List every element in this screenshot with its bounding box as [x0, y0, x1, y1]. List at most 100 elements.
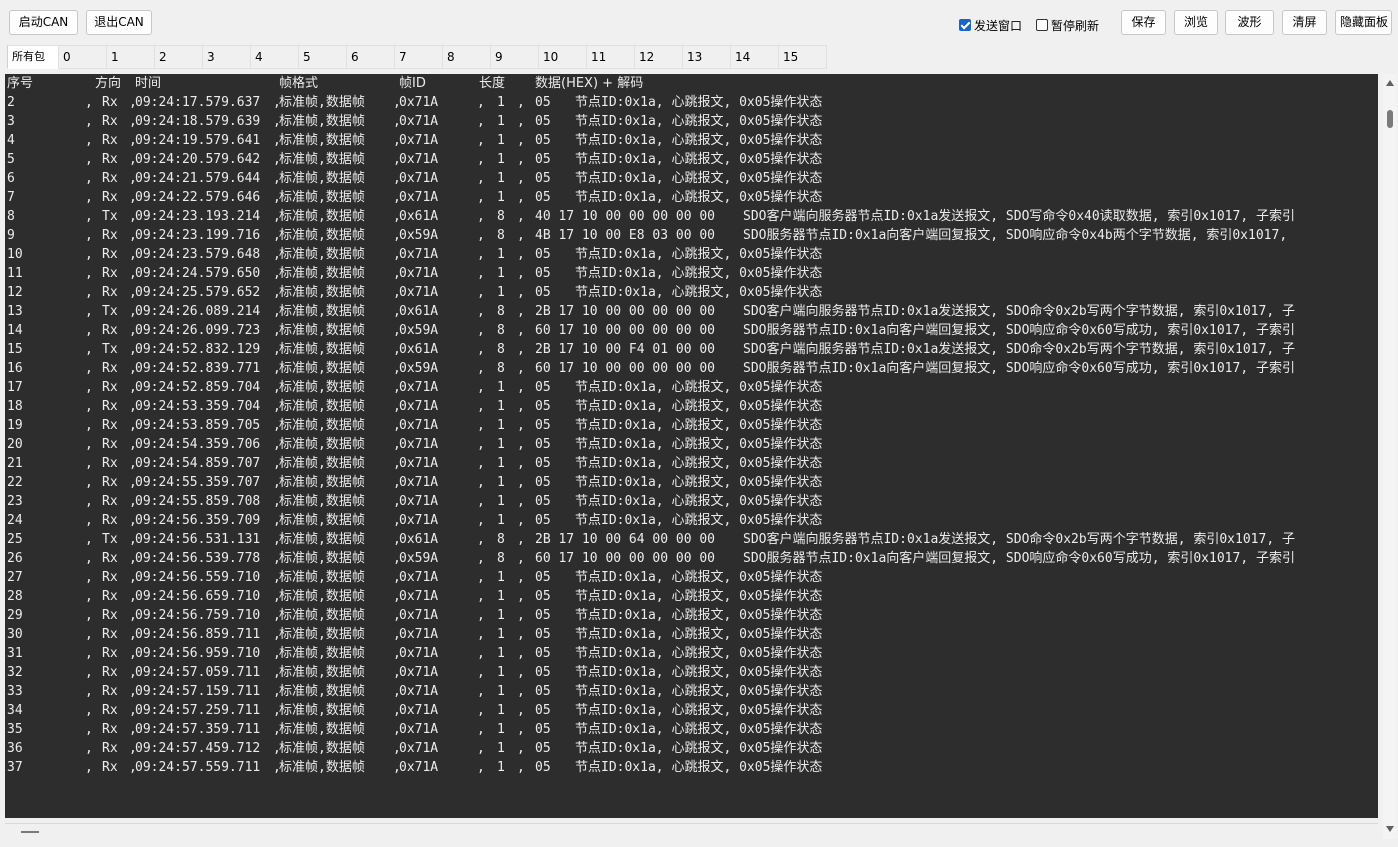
message-row: ,,,,,, 28 Rx 09:24:56.659.710 标准帧,数据帧 0x71A 1 0… [5, 587, 1378, 606]
field-separator: , [517, 608, 525, 623]
waveform-button[interactable]: 波形 [1225, 10, 1274, 35]
cell-length: 8 [497, 342, 505, 357]
message-row: ,,,,,, 4 Rx 09:24:19.579.641 标准帧,数据帧 0x71A 1 05… [5, 131, 1378, 150]
horizontal-scroll-thumb[interactable] [21, 831, 39, 833]
field-separator: , [85, 171, 93, 186]
tab-channel-5[interactable]: 5 [299, 45, 347, 69]
cell-frame-format: 标准帧,数据帧 [279, 494, 365, 509]
scroll-up-arrow-icon[interactable] [1386, 80, 1394, 86]
tab-channel-2[interactable]: 2 [155, 45, 203, 69]
field-separator: , [517, 703, 525, 718]
field-separator: , [85, 760, 93, 775]
browse-button[interactable]: 浏览 [1174, 10, 1218, 35]
tab-channel-0[interactable]: 0 [59, 45, 107, 69]
horizontal-scrollbar[interactable] [5, 823, 1378, 839]
cell-data-hex: 2B 17 10 00 F4 01 00 00 [535, 342, 716, 357]
vertical-scrollbar[interactable] [1383, 74, 1397, 839]
cell-decode: SDO客户端向服务器节点ID:0x1a发送报文, SDO写命令0x40读取数据,… [743, 209, 1295, 224]
cell-direction: Rx [102, 741, 118, 756]
message-row: ,,,,,, 8 Tx 09:24:23.193.214 标准帧,数据帧 0x61A 8 40… [5, 207, 1378, 226]
cell-length: 8 [497, 323, 505, 338]
field-separator: , [517, 456, 525, 471]
cell-decode: 节点ID:0x1a, 心跳报文, 0x05操作状态 [575, 437, 823, 452]
cell-frame-id: 0x71A [399, 437, 439, 452]
field-separator: , [477, 456, 485, 471]
tab-channel-12[interactable]: 12 [635, 45, 683, 69]
vertical-scroll-thumb[interactable] [1387, 110, 1393, 128]
cell-length: 1 [497, 475, 505, 490]
cell-frame-id: 0x71A [399, 570, 439, 585]
cell-direction: Rx [102, 665, 118, 680]
send-window-checkbox[interactable]: 发送窗口 [959, 17, 1022, 33]
cell-seq: 33 [7, 684, 23, 699]
hide-panel-button[interactable]: 隐藏面板 [1335, 10, 1392, 35]
cell-time: 09:24:17.579.637 [135, 95, 261, 110]
field-separator: , [85, 608, 93, 623]
cell-time: 09:24:23.199.716 [135, 228, 261, 243]
cell-length: 8 [497, 304, 505, 319]
scroll-down-arrow-icon[interactable] [1386, 826, 1394, 832]
tab-channel-11[interactable]: 11 [587, 45, 635, 69]
tab-channel-13[interactable]: 13 [683, 45, 731, 69]
tab-channel-9[interactable]: 9 [491, 45, 539, 69]
tab-channel-4[interactable]: 4 [251, 45, 299, 69]
cell-length: 1 [497, 646, 505, 661]
tab-all-packets[interactable]: 所有包 [7, 45, 59, 69]
cell-length: 1 [497, 380, 505, 395]
header-time: 时间 [135, 76, 162, 91]
cell-direction: Rx [102, 475, 118, 490]
tab-channel-1[interactable]: 1 [107, 45, 155, 69]
pause-refresh-checkbox[interactable]: 暂停刷新 [1036, 17, 1099, 33]
cell-frame-id: 0x71A [399, 589, 439, 604]
cell-time: 09:24:23.193.214 [135, 209, 261, 224]
cell-seq: 17 [7, 380, 23, 395]
cell-length: 1 [497, 760, 505, 775]
cell-direction: Rx [102, 760, 118, 775]
tab-channel-6[interactable]: 6 [347, 45, 395, 69]
tab-channel-10[interactable]: 10 [539, 45, 587, 69]
tab-channel-15[interactable]: 15 [779, 45, 827, 69]
field-separator: , [85, 190, 93, 205]
cell-seq: 31 [7, 646, 23, 661]
exit-can-button[interactable]: 退出CAN [86, 10, 152, 35]
cell-time: 09:24:57.459.712 [135, 741, 261, 756]
tab-channel-7[interactable]: 7 [395, 45, 443, 69]
tab-channel-3[interactable]: 3 [203, 45, 251, 69]
can-message-console[interactable]: 序号 方向 时间 帧格式 帧ID 长度 数据(HEX) + 解码 ,,,,,, 2… [5, 74, 1378, 818]
clear-screen-button[interactable]: 清屏 [1282, 10, 1327, 35]
cell-direction: Rx [102, 551, 118, 566]
cell-time: 09:24:57.159.711 [135, 684, 261, 699]
message-row: ,,,,,, 25 Tx 09:24:56.531.131 标准帧,数据帧 0x61A 8 2… [5, 530, 1378, 549]
cell-length: 1 [497, 589, 505, 604]
field-separator: , [477, 703, 485, 718]
cell-seq: 8 [7, 209, 15, 224]
field-separator: , [477, 399, 485, 414]
cell-time: 09:24:24.579.650 [135, 266, 261, 281]
cell-seq: 10 [7, 247, 23, 262]
cell-length: 1 [497, 627, 505, 642]
start-can-button[interactable]: 启动CAN [9, 10, 78, 35]
cell-decode: 节点ID:0x1a, 心跳报文, 0x05操作状态 [575, 646, 823, 661]
tab-channel-14[interactable]: 14 [731, 45, 779, 69]
field-separator: , [477, 266, 485, 281]
cell-data-hex: 05 [535, 684, 551, 699]
header-frame-id: 帧ID [399, 76, 426, 91]
cell-frame-id: 0x59A [399, 551, 439, 566]
console-header-row: 序号 方向 时间 帧格式 帧ID 长度 数据(HEX) + 解码 [5, 74, 1378, 93]
cell-seq: 3 [7, 114, 15, 129]
send-window-check-icon[interactable] [959, 19, 971, 31]
pause-refresh-check-icon[interactable] [1036, 19, 1048, 31]
cell-seq: 35 [7, 722, 23, 737]
field-separator: , [85, 342, 93, 357]
cell-time: 09:24:20.579.642 [135, 152, 261, 167]
cell-direction: Rx [102, 703, 118, 718]
save-button[interactable]: 保存 [1121, 10, 1166, 35]
cell-frame-id: 0x61A [399, 304, 439, 319]
cell-data-hex: 05 [535, 608, 551, 623]
cell-decode: 节点ID:0x1a, 心跳报文, 0x05操作状态 [575, 494, 823, 509]
tab-channel-8[interactable]: 8 [443, 45, 491, 69]
cell-data-hex: 05 [535, 380, 551, 395]
cell-decode: 节点ID:0x1a, 心跳报文, 0x05操作状态 [575, 247, 823, 262]
field-separator: , [517, 494, 525, 509]
cell-frame-format: 标准帧,数据帧 [279, 95, 365, 110]
